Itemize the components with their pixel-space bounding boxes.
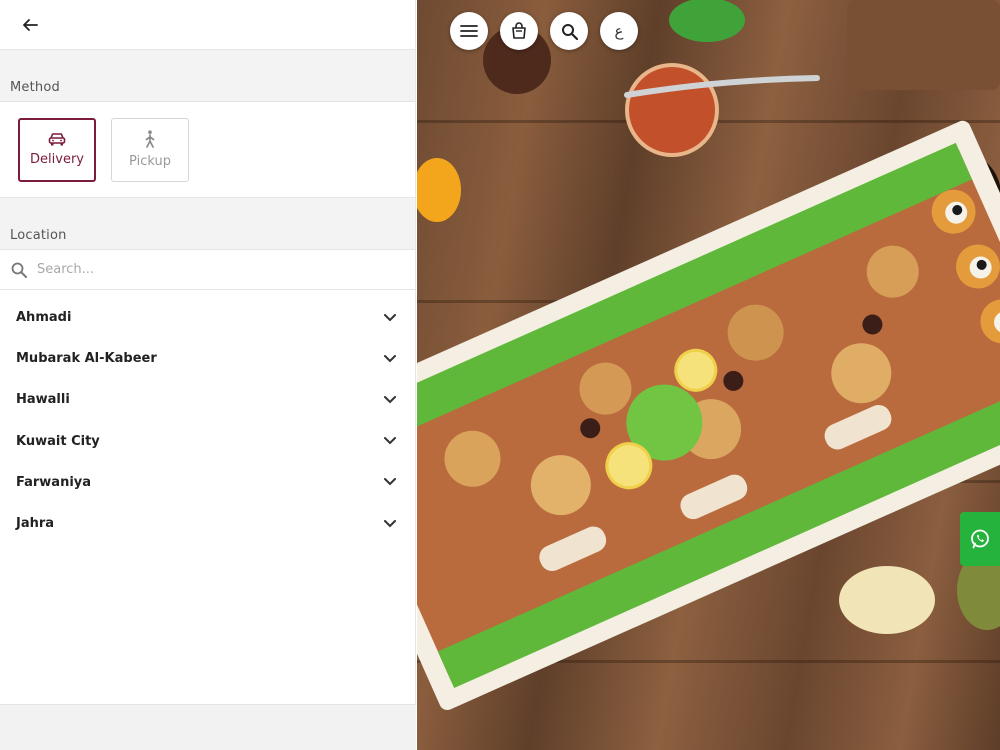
search-icon <box>11 262 27 278</box>
location-search <box>0 250 415 290</box>
chevron-down-icon <box>384 478 396 486</box>
chevron-down-icon <box>384 437 396 445</box>
method-options: Delivery Pickup <box>0 102 415 198</box>
area-name: Farwaniya <box>16 474 92 490</box>
area-item-farwaniya[interactable]: Farwaniya <box>0 462 415 503</box>
area-list: Ahmadi Mubarak Al-Kabeer Hawalli Kuwait … <box>0 290 415 544</box>
food-hero-image: ع <box>417 0 1000 750</box>
area-item-jahra[interactable]: Jahra <box>0 503 415 544</box>
pickup-option-button[interactable]: Pickup <box>111 117 189 182</box>
whatsapp-icon <box>971 529 989 549</box>
language-toggle-button[interactable]: ع <box>600 12 638 50</box>
delivery-option-button[interactable]: Delivery <box>18 117 96 182</box>
arrow-left-icon <box>23 18 38 31</box>
area-name: Jahra <box>16 516 55 532</box>
area-name: Mubarak Al-Kabeer <box>16 351 157 367</box>
car-icon <box>48 133 66 146</box>
hamburger-menu-icon <box>460 25 478 37</box>
area-name: Kuwait City <box>16 433 100 449</box>
method-title: Method <box>10 80 60 95</box>
order-method-panel: Method Delivery Pickup Location Search..… <box>0 0 416 750</box>
area-item-kuwait-city[interactable]: Kuwait City <box>0 421 415 462</box>
whatsapp-button[interactable] <box>960 512 1000 566</box>
chevron-down-icon <box>384 354 396 363</box>
chevron-down-icon <box>384 519 396 527</box>
panel-topbar <box>0 0 415 50</box>
delivery-label: Delivery <box>30 152 84 167</box>
area-name: Hawalli <box>16 392 70 408</box>
location-search-input[interactable] <box>37 262 377 277</box>
location-title: Location <box>10 228 67 243</box>
search-icon <box>561 23 578 40</box>
area-item-mubarak-al-kabeer[interactable]: Mubarak Al-Kabeer <box>0 338 415 379</box>
language-label: ع <box>614 22 624 40</box>
back-button[interactable] <box>18 13 42 37</box>
chevron-down-icon <box>384 395 396 404</box>
menu-button[interactable] <box>450 12 488 50</box>
panel-footer <box>0 704 416 750</box>
pickup-label: Pickup <box>129 154 171 169</box>
method-section-header: Method <box>0 50 415 102</box>
food-platter-illustration <box>417 0 1000 711</box>
location-section-header: Location <box>0 198 415 250</box>
search-button[interactable] <box>550 12 588 50</box>
walking-person-icon <box>145 130 155 148</box>
area-item-hawalli[interactable]: Hawalli <box>0 379 415 420</box>
area-name: Ahmadi <box>16 310 72 326</box>
cart-button[interactable] <box>500 12 538 50</box>
chevron-down-icon <box>384 313 396 322</box>
area-item-ahmadi[interactable]: Ahmadi <box>0 297 415 338</box>
shopping-bag-icon <box>512 22 526 39</box>
